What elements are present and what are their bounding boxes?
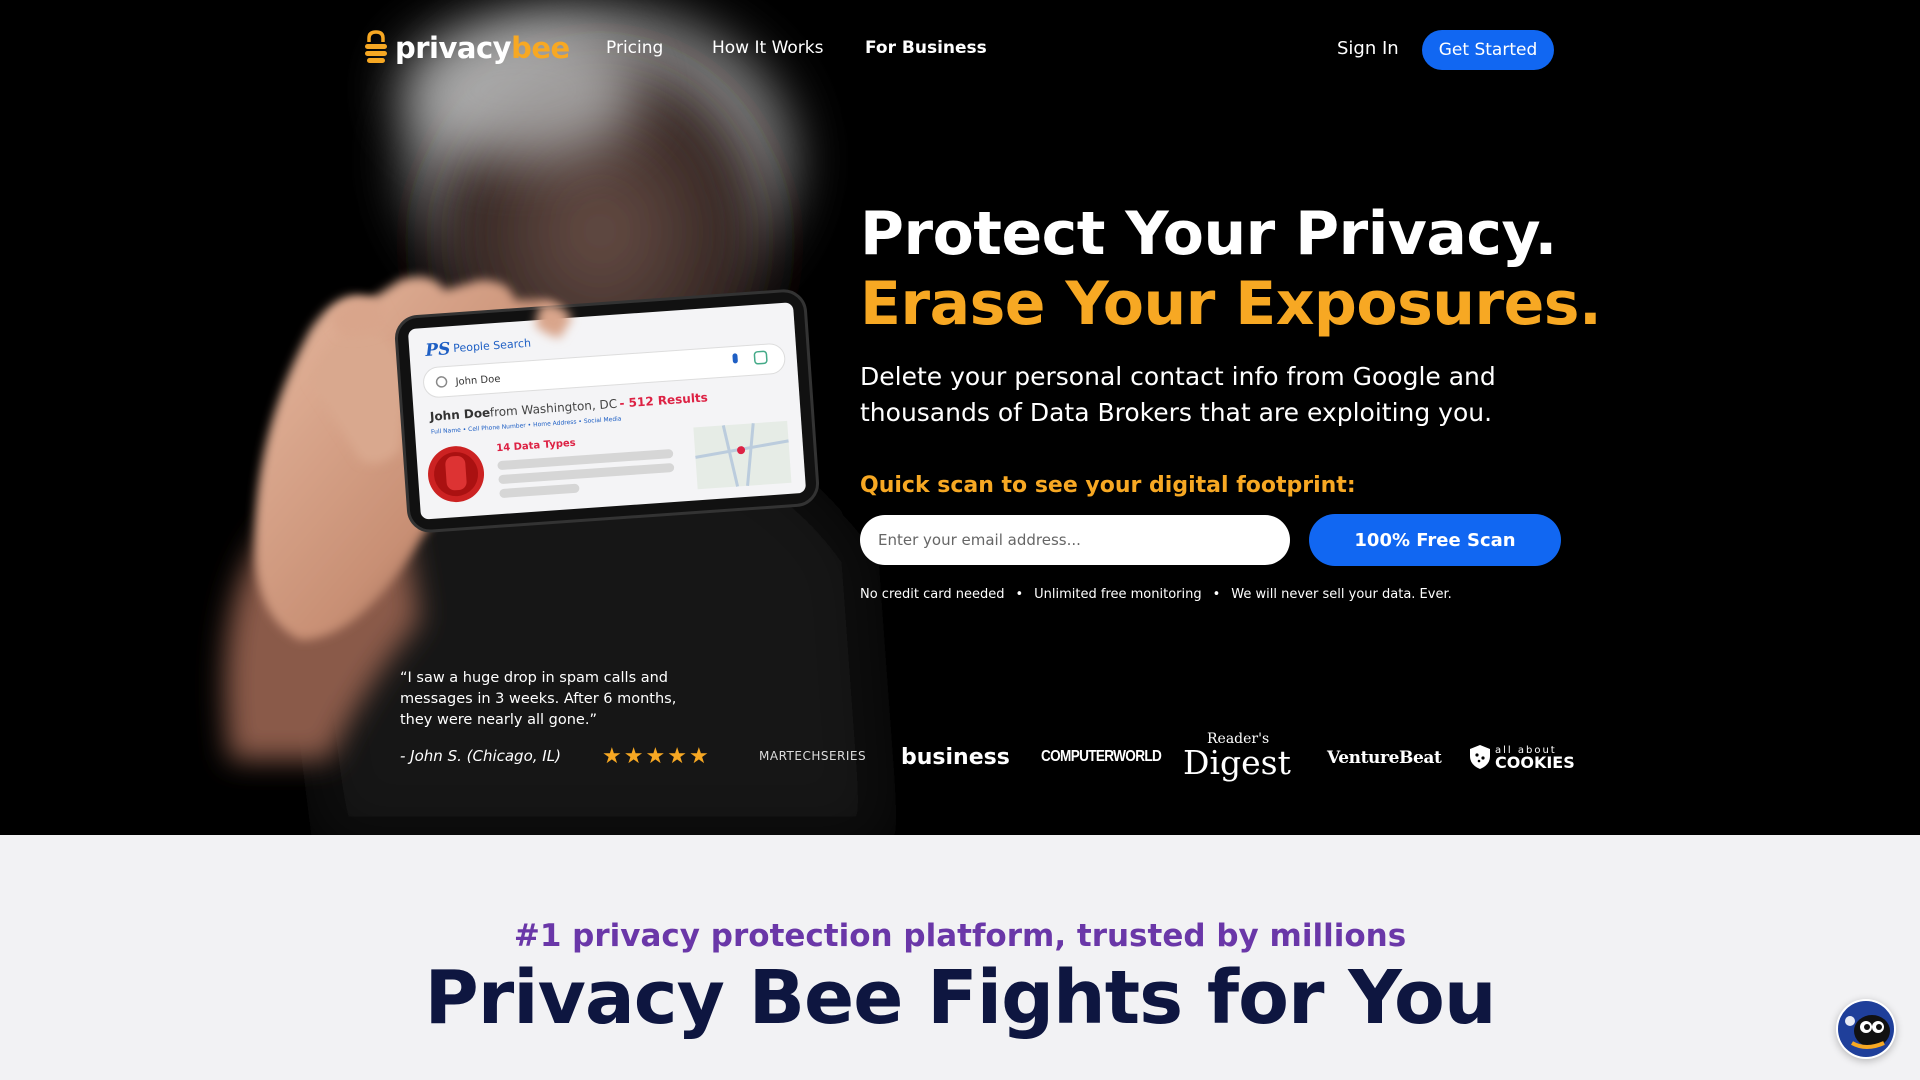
- brand-logo[interactable]: privacybee: [363, 28, 570, 68]
- press-logo-venturebeat: VentureBeat: [1327, 748, 1442, 768]
- nav-link-for-business[interactable]: For Business: [865, 38, 987, 58]
- bee-lock-icon: [365, 30, 387, 63]
- feature-separator: •: [1015, 587, 1024, 602]
- testimonial-quote: “I saw a huge drop in spam calls and mes…: [400, 670, 677, 728]
- press-logo-martech: MARTECHSERIES: [759, 749, 867, 763]
- section-title: Privacy Bee Fights for You: [424, 955, 1496, 1041]
- microphone-icon: [732, 353, 738, 364]
- chat-bee-mascot-icon: [1838, 1001, 1894, 1057]
- hero-subheadline: Delete your personal contact info from G…: [860, 362, 1496, 427]
- get-started-button[interactable]: Get Started: [1422, 30, 1554, 70]
- phone-app-logo: PS: [424, 339, 451, 361]
- press-logo-all-about-cookies: all about COOKIES: [1469, 744, 1575, 772]
- brand-name-part2: bee: [511, 31, 570, 65]
- star-rating: ★ ★ ★ ★ ★: [602, 746, 709, 768]
- brand-name: privacybee: [395, 31, 570, 65]
- shield-icon: [1470, 745, 1490, 769]
- quick-scan-label: Quick scan to see your digital footprint…: [860, 473, 1356, 498]
- star-icon: ★: [688, 744, 709, 769]
- feature-separator: •: [1212, 587, 1221, 602]
- free-scan-button[interactable]: 100% Free Scan: [1309, 514, 1561, 566]
- cookies-big-text: COOKIES: [1495, 753, 1575, 772]
- star-icon: ★: [667, 744, 687, 769]
- hero-headline-line1: Protect Your Privacy.: [860, 199, 1557, 269]
- feature-item: Unlimited free monitoring: [1034, 587, 1202, 602]
- press-logo-computerworld: COMPUTERWORLD: [1041, 748, 1162, 765]
- star-icon: ★: [623, 744, 644, 769]
- chat-support-icon[interactable]: [1836, 999, 1896, 1059]
- star-icon: ★: [602, 744, 622, 769]
- feature-item: We will never sell your data. Ever.: [1231, 587, 1452, 602]
- press-logo-business: business: [901, 745, 1010, 770]
- hero-headline-line2: Erase Your Exposures.: [860, 269, 1602, 339]
- testimonial-author: - John S. (Chicago, IL): [400, 747, 561, 765]
- star-icon: ★: [645, 744, 666, 769]
- nav-link-pricing[interactable]: Pricing: [606, 38, 663, 58]
- top-nav: privacybee Pricing How It Works For Busi…: [0, 0, 1920, 100]
- feature-list: No credit card needed • Unlimited free m…: [860, 587, 1452, 602]
- digest-text: Digest: [1183, 743, 1291, 782]
- press-logo-readers-digest: Reader's Digest: [1183, 732, 1291, 780]
- hero-section: PS People Search John Doe John Doe from …: [0, 0, 1920, 835]
- sign-in-link[interactable]: Sign In: [1337, 38, 1399, 59]
- brand-name-part1: privacy: [395, 31, 512, 65]
- feature-item: No credit card needed: [860, 587, 1005, 602]
- nav-link-how-it-works[interactable]: How It Works: [712, 38, 823, 58]
- section-tagline: #1 privacy protection platform, trusted …: [513, 918, 1407, 954]
- email-input[interactable]: [860, 515, 1290, 565]
